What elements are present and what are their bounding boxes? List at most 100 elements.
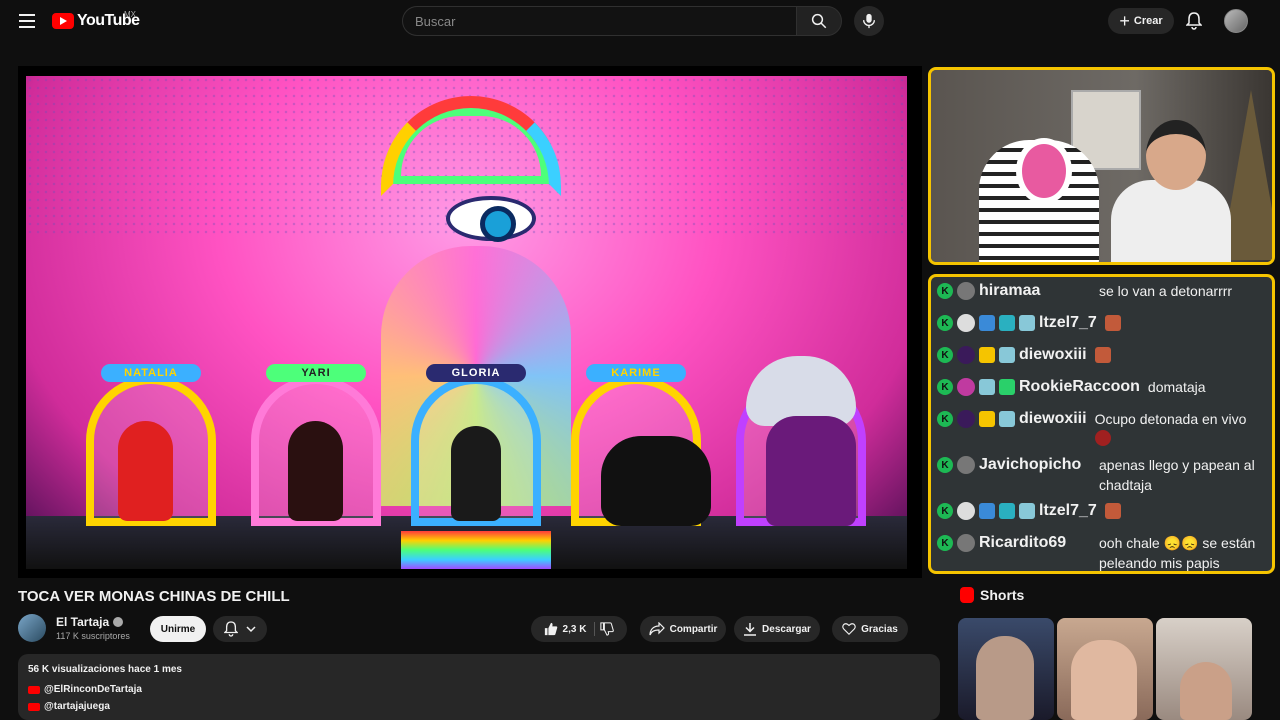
emote-icon [1104,503,1121,519]
chat-username: ltzel7_7 [1039,314,1097,331]
search-button[interactable] [796,6,842,36]
create-label: Crear [1133,15,1163,27]
subscription-bell-button[interactable] [213,616,267,642]
channel-avatar[interactable] [18,614,46,642]
chat-message: K diewoxiii Ocupo detonada en vivo [937,409,1265,447]
badge-icon [999,411,1015,427]
download-label: Descargar [762,623,811,635]
share-button[interactable]: Compartir [640,616,726,642]
contestant [601,436,711,526]
badge-icon [999,379,1015,395]
thanks-button[interactable]: Gracias [832,616,908,642]
video-player[interactable]: NATALIA YARI GLORIA KARIME [18,66,922,578]
chat-username: diewoxiii [1019,410,1087,427]
chat-username: RookieRaccoon [1019,378,1140,395]
verified-icon [113,617,124,627]
join-button[interactable]: Unirme [150,616,206,642]
shorts-title: Shorts [980,587,1025,603]
emote-icon [1094,347,1111,363]
download-icon [744,623,757,636]
emote-icon [1094,429,1111,446]
chat-message: K RookieRaccoon domataja [937,377,1206,397]
share-icon [648,622,665,636]
badge-icon [999,503,1015,519]
thumbs-down-icon[interactable] [600,622,615,636]
chat-username: ltzel7_7 [1039,502,1097,519]
shorts-icon [960,587,974,603]
thumbs-up-icon [544,622,557,636]
kick-icon: K [937,379,953,395]
user-avatar [957,346,975,364]
hamburger-menu-icon[interactable] [16,10,38,32]
voice-search-button[interactable] [854,6,884,36]
contestant [766,416,856,526]
user-avatar [957,502,975,520]
chat-message: K hiramaa se lo van a detonarrrr [937,281,1232,301]
streamer-left-head [1016,138,1072,204]
top-bar: YouTube MX Buscar + Crear [0,0,1280,42]
person-thumbnail [1180,662,1232,720]
like-count: 2,3 K [562,623,587,635]
bell-icon [224,621,238,637]
like-button[interactable]: 2,3 K [544,622,596,636]
short-thumbnail[interactable] [958,618,1054,720]
kick-icon: K [937,283,953,299]
kick-icon: K [937,411,953,427]
chat-text: ooh chale 😞😞 se están peleando mis papis [1099,535,1256,571]
plus-icon: + [1119,11,1130,31]
youtube-icon [28,685,40,694]
channel-name-row[interactable]: El Tartaja [56,615,124,629]
chat-message: K ltzel7_7 [937,501,1121,521]
badge-icon [1019,315,1035,331]
emote-icon [1104,315,1121,331]
chat-username: hiramaa [979,282,1041,299]
short-thumbnail[interactable] [1156,618,1252,720]
short-thumbnail[interactable] [1057,618,1153,720]
youtube-icon [28,702,40,711]
badge-icon [979,315,995,331]
video-frame: NATALIA YARI GLORIA KARIME [26,76,907,569]
chat-message-body: Ocupo detonada en vivo [1094,409,1265,447]
chat-message: K Javichopicho apenas llego y papean al … [937,455,1269,495]
description-link[interactable]: @ElRinconDeTartaja [28,684,142,695]
notifications-button[interactable] [1184,11,1204,31]
download-button[interactable]: Descargar [734,616,820,642]
channel-name[interactable]: El Tartaja [56,615,109,629]
channel-handle[interactable]: @tartajajuega [44,701,110,712]
chat-message: K Ricardito69 ooh chale 😞😞 se están pele… [937,533,1271,571]
chat-text: domataja [1147,379,1206,395]
kick-icon: K [937,315,953,331]
badge-icon [999,347,1015,363]
country-code: MX [124,10,136,19]
heart-dollar-icon [842,623,856,636]
account-avatar[interactable] [1224,9,1248,33]
chat-text: apenas llego y papean al chadtaja [1099,457,1255,493]
share-label: Compartir [669,623,718,635]
chat-message: K ltzel7_7 [937,313,1121,333]
chat-text: se lo van a detonarrrr [1099,283,1233,299]
video-title: TOCA VER MONAS CHINAS DE CHILL [18,588,290,605]
like-dislike-group: 2,3 K [531,616,627,642]
crown-badge-icon [979,411,995,427]
user-avatar [957,534,975,552]
kick-icon: K [937,535,953,551]
view-count-date: 56 K visualizaciones hace 1 mes [28,664,182,675]
search-icon [811,13,827,29]
description-link[interactable]: @tartajajuega [28,701,110,712]
channel-handle[interactable]: @ElRinconDeTartaja [44,684,142,695]
shorts-heading: Shorts [960,587,1024,603]
throne-label: NATALIA [101,364,201,382]
chat-username: diewoxiii [1019,346,1087,363]
streamer-right [1111,180,1231,262]
contestant [451,426,501,521]
kick-icon: K [937,347,953,363]
chevron-down-icon [246,626,256,633]
user-avatar [957,378,975,396]
kick-icon: K [937,457,953,473]
webcam-panel [928,67,1275,265]
person-thumbnail [976,636,1034,720]
user-avatar [957,410,975,428]
chat-overlay: K hiramaa se lo van a detonarrrr K ltzel… [928,274,1275,574]
create-button[interactable]: + Crear [1108,8,1174,34]
search-input[interactable]: Buscar [402,6,797,36]
